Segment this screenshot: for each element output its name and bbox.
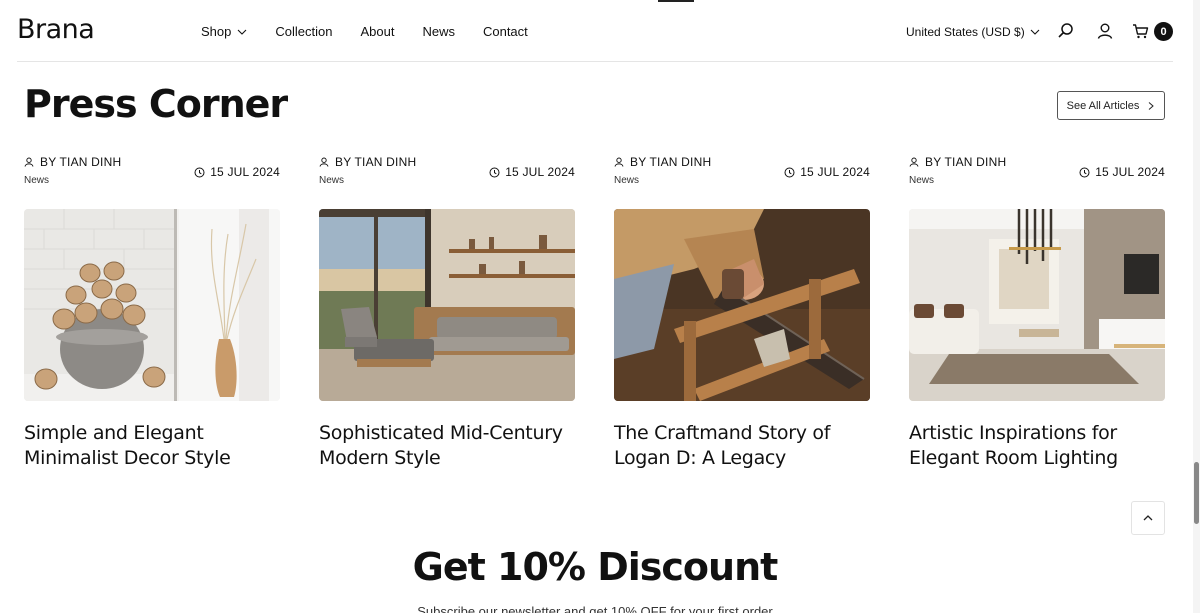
nav-item-collection[interactable]: Collection (275, 24, 332, 39)
cart-icon[interactable] (1132, 22, 1150, 40)
nav-label: About (360, 24, 395, 39)
article-date: 15 JUL 2024 (1079, 165, 1165, 179)
brand-logo[interactable]: Brana (17, 14, 95, 45)
section-title: Press Corner (24, 82, 288, 126)
see-all-articles-button[interactable]: See All Articles (1057, 91, 1165, 120)
article-author: BY TIAN DINH (319, 155, 416, 169)
nav-label: Contact (482, 24, 528, 39)
article-title[interactable]: Artistic Inspirations for Elegant Room L… (909, 421, 1165, 471)
article-author: BY TIAN DINH (24, 155, 121, 169)
user-icon (614, 157, 624, 167)
article-title[interactable]: Simple and Elegant Minimalist Decor Styl… (24, 421, 280, 471)
currency-selector[interactable]: United States (USD $) (906, 25, 1040, 39)
article-image-mid-century-living-room[interactable] (319, 209, 575, 401)
article-card: BY TIAN DINH News 15 JUL 2024 (24, 155, 280, 469)
nav-item-news[interactable]: News (422, 24, 455, 39)
article-date: 15 JUL 2024 (784, 165, 870, 179)
article-card: BY TIAN DINH News 15 JUL 2024 The Craftm… (614, 155, 870, 469)
date-text: 15 JUL 2024 (210, 165, 280, 179)
chevron-down-icon (237, 29, 247, 35)
nav-item-shop[interactable]: Shop (201, 24, 247, 39)
clock-icon (194, 167, 205, 177)
chevron-down-icon (1030, 29, 1040, 35)
article-title[interactable]: The Craftmand Story of Logan D: A Legacy (614, 421, 870, 471)
site-header: Brana Shop Collection About News Contact… (0, 0, 1200, 62)
article-image-elegant-lighting-room[interactable] (909, 209, 1165, 401)
currency-label: United States (USD $) (906, 25, 1025, 39)
chevron-up-icon (1143, 515, 1153, 521)
chevron-right-icon (1149, 101, 1155, 110)
clock-icon (784, 167, 795, 177)
article-tag[interactable]: News (614, 175, 639, 186)
see-all-label: See All Articles (1066, 99, 1140, 112)
date-text: 15 JUL 2024 (1095, 165, 1165, 179)
back-to-top-button[interactable] (1131, 501, 1165, 535)
article-tag[interactable]: News (909, 175, 934, 186)
article-author: BY TIAN DINH (614, 155, 711, 169)
article-author: BY TIAN DINH (909, 155, 1006, 169)
account-icon[interactable] (1096, 22, 1114, 40)
nav-item-contact[interactable]: Contact (483, 24, 528, 39)
clock-icon (489, 167, 500, 177)
date-text: 15 JUL 2024 (800, 165, 870, 179)
author-name: BY TIAN DINH (40, 155, 122, 169)
user-icon (319, 157, 329, 167)
author-name: BY TIAN DINH (335, 155, 417, 169)
article-tag[interactable]: News (24, 175, 49, 186)
article-image-minimalist-decor[interactable] (24, 209, 280, 401)
discount-title: Get 10% Discount (412, 545, 779, 589)
main-nav: Shop Collection About News Contact (201, 24, 528, 39)
author-name: BY TIAN DINH (630, 155, 712, 169)
user-icon (24, 157, 34, 167)
discount-subtitle: Subscribe our newsletter and get 10% OFF… (417, 604, 773, 613)
nav-label: News (422, 24, 455, 39)
nav-item-about[interactable]: About (360, 24, 394, 39)
nav-label: Collection (275, 24, 333, 39)
article-card: BY TIAN DINH News 15 JUL 2024 (909, 155, 1165, 469)
header-divider (17, 61, 1173, 62)
article-image-craftsman-sawing[interactable] (614, 209, 870, 401)
article-date: 15 JUL 2024 (489, 165, 575, 179)
article-date: 15 JUL 2024 (194, 165, 280, 179)
article-title[interactable]: Sophisticated Mid-Century Modern Style (319, 421, 575, 471)
clock-icon (1079, 167, 1090, 177)
search-icon[interactable] (1057, 22, 1075, 40)
cart-count-badge: 0 (1154, 22, 1173, 41)
date-text: 15 JUL 2024 (505, 165, 575, 179)
scrollbar-thumb[interactable] (1194, 462, 1199, 524)
user-icon (909, 157, 919, 167)
author-name: BY TIAN DINH (925, 155, 1007, 169)
article-tag[interactable]: News (319, 175, 344, 186)
article-card: BY TIAN DINH News 15 JUL 2024 (319, 155, 575, 469)
nav-label: Shop (201, 24, 232, 39)
